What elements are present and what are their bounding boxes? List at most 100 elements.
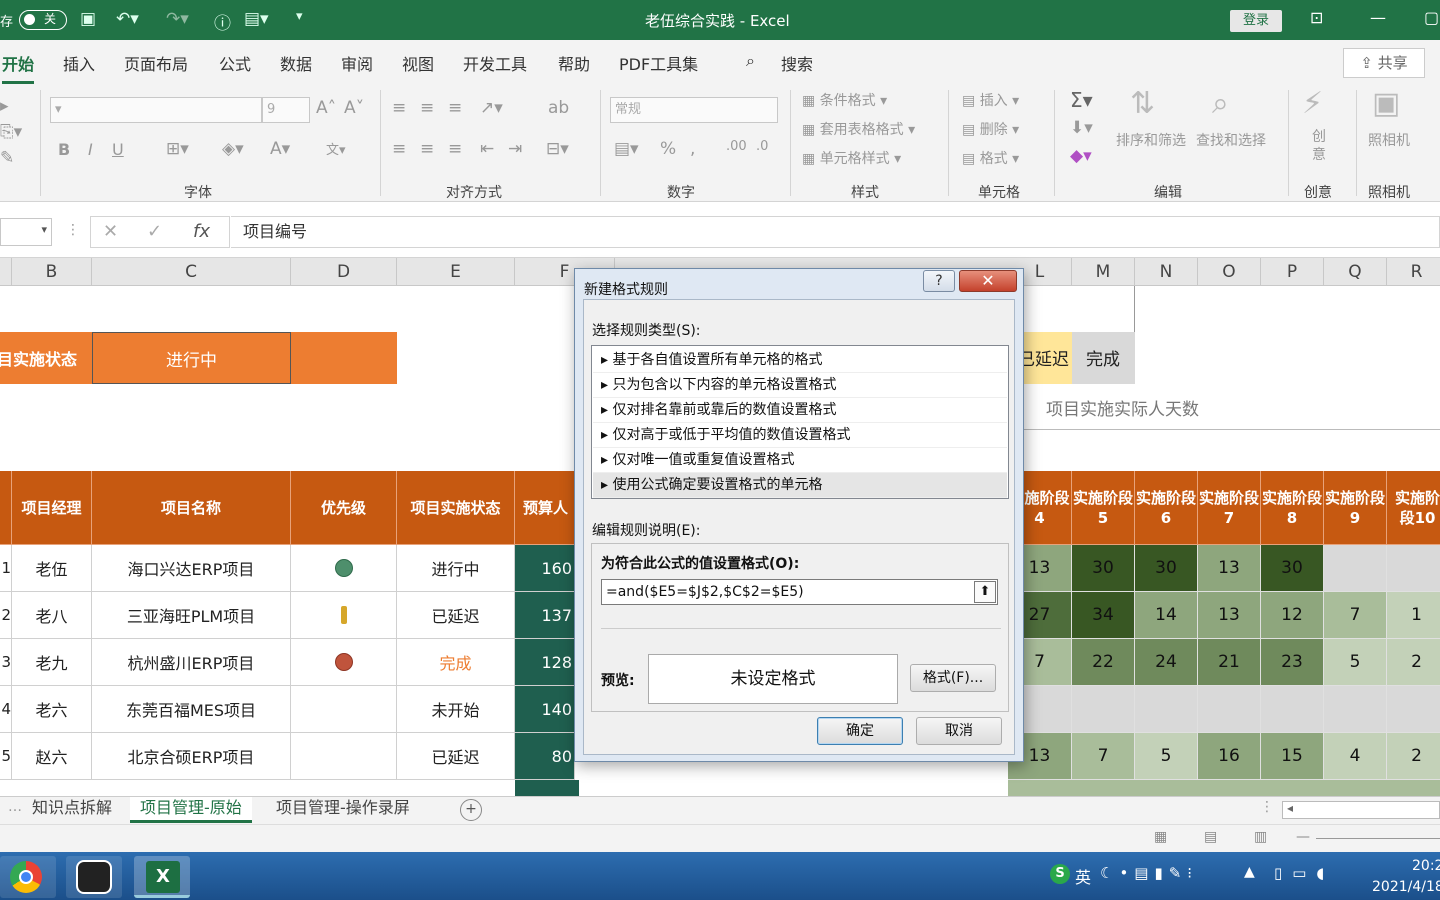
sheet-tab[interactable]: 项目管理-操作录屏 (274, 797, 412, 823)
ime-mode[interactable]: 英 (1075, 864, 1091, 888)
sort-filter-icon[interactable]: ⇅ (1130, 86, 1155, 121)
tab-pdf-tools[interactable]: PDF工具集 (619, 51, 698, 75)
wrap-text-icon[interactable]: ab (548, 98, 569, 118)
help-icon[interactable]: ⓘ (214, 9, 231, 34)
normal-view-icon[interactable]: ▦ (1154, 829, 1167, 845)
header-cell[interactable]: 实施阶段5 (1072, 471, 1135, 545)
state-cell[interactable]: 完成 (397, 639, 515, 686)
number-format-select[interactable]: 常规 (610, 97, 778, 123)
insert-cells-button[interactable]: ▤ 插入 ▾ (962, 90, 1019, 110)
status-label-cell[interactable]: 目实施状态 (0, 332, 92, 384)
rule-type-item[interactable]: ▸ 仅对排名靠前或靠后的数值设置格式 (593, 398, 1007, 423)
column-header[interactable]: D (291, 258, 397, 286)
state-cell[interactable]: 已延迟 (397, 592, 515, 639)
column-header[interactable]: M (1072, 258, 1135, 286)
row-index-cell[interactable]: 4 (0, 686, 12, 733)
column-header[interactable]: C (92, 258, 291, 286)
row-index-cell[interactable]: 3 (0, 639, 12, 686)
font-color-icon[interactable]: A▾ (270, 139, 290, 159)
rule-type-item[interactable]: ▸ 仅对高于或低于平均值的数值设置格式 (593, 423, 1007, 448)
header-cell[interactable]: 优先级 (291, 471, 397, 545)
insert-function-icon[interactable]: fx (193, 221, 210, 242)
rule-type-item-selected[interactable]: ▸ 使用公式确定要设置格式的单元格 (593, 473, 1007, 498)
excel-taskbar-icon[interactable]: X (134, 856, 190, 898)
cancel-entry-icon[interactable]: ✕ (103, 221, 118, 242)
search-icon[interactable]: ⌕ (746, 51, 755, 71)
add-sheet-icon[interactable]: + (460, 799, 482, 821)
grow-font-icon[interactable]: A˄ (316, 98, 336, 118)
autosave-toggle[interactable]: 关 (19, 10, 68, 30)
state-cell[interactable]: 未开始 (397, 686, 515, 733)
stage-cell[interactable]: 2 (1387, 639, 1440, 686)
shrink-font-icon[interactable]: A˅ (344, 98, 364, 118)
clock-time[interactable]: 20:2 (1412, 858, 1440, 874)
stage-cell[interactable]: 15 (1261, 733, 1324, 780)
percent-icon[interactable]: % (660, 139, 676, 159)
cell-style-button[interactable]: ▦ 单元格样式 ▾ (802, 148, 901, 168)
redo-icon[interactable]: ↷▾ (166, 9, 189, 29)
clock-date[interactable]: 2021/4/18 (1372, 879, 1440, 895)
budget-cell[interactable]: 80 (515, 733, 575, 780)
header-cell[interactable]: 项目经理 (12, 471, 92, 545)
header-cell[interactable] (0, 471, 12, 545)
sheet-tab[interactable]: 知识点拆解 (30, 797, 114, 823)
merge-icon[interactable]: ⊟▾ (546, 139, 569, 159)
header-cell[interactable]: 项目实施状态 (397, 471, 515, 545)
priority-cell[interactable] (291, 592, 397, 639)
stage-cell[interactable]: 4 (1324, 733, 1387, 780)
show-hidden-icons-icon[interactable]: ▲ (1244, 864, 1255, 880)
tab-home[interactable]: 开始 (2, 51, 35, 84)
page-break-view-icon[interactable]: ▥ (1254, 829, 1267, 845)
column-header-a[interactable] (0, 258, 12, 286)
login-button[interactable]: 登录 (1230, 10, 1282, 32)
column-header[interactable]: N (1135, 258, 1198, 286)
italic-button[interactable]: I (88, 140, 93, 159)
minimize-icon[interactable]: — (1370, 8, 1386, 27)
chrome-icon[interactable] (0, 856, 56, 898)
project-name-cell[interactable]: 三亚海旺PLM项目 (92, 592, 291, 639)
sort-filter-button[interactable]: 排序和筛选 (1116, 130, 1186, 150)
align-middle-icon[interactable]: ≡ (420, 98, 434, 118)
stage-cell[interactable]: 34 (1072, 592, 1135, 639)
conditional-format-button[interactable]: ▦ 条件格式 ▾ (802, 90, 887, 110)
state-cell[interactable]: 进行中 (397, 545, 515, 592)
stage-cell[interactable]: 12 (1261, 592, 1324, 639)
fill-color-icon[interactable]: ◈▾ (222, 139, 244, 159)
dialog-close-button[interactable]: ✕ (959, 270, 1017, 292)
stage-cell[interactable]: 30 (1261, 545, 1324, 592)
stage-cell[interactable]: 23 (1261, 639, 1324, 686)
header-cell[interactable]: 实施阶段10 (1387, 471, 1440, 545)
stage-cell[interactable] (1135, 686, 1198, 733)
column-header[interactable]: O (1198, 258, 1261, 286)
stage-cell[interactable]: 13 (1198, 545, 1261, 592)
paste-icon[interactable]: ▸ (0, 96, 9, 116)
stage-cell[interactable]: 30 (1072, 545, 1135, 592)
column-header[interactable]: E (397, 258, 515, 286)
column-header[interactable]: B (12, 258, 92, 286)
comma-icon[interactable]: , (690, 139, 695, 159)
confirm-entry-icon[interactable]: ✓ (147, 221, 162, 242)
ok-button[interactable]: 确定 (817, 717, 903, 745)
priority-cell[interactable] (291, 545, 397, 592)
header-cell[interactable]: 项目名称 (92, 471, 291, 545)
ribbon-display-icon[interactable]: ⊡ (1310, 8, 1323, 27)
font-family-select[interactable]: ▾ (50, 97, 262, 123)
stage-cell[interactable]: 5 (1324, 639, 1387, 686)
row-index-cell[interactable]: 5 (0, 733, 12, 780)
status-value-cell[interactable]: 进行中 (92, 332, 291, 384)
format-button[interactable]: 格式(F)... (910, 664, 996, 692)
project-name-cell[interactable]: 北京合硕ERP项目 (92, 733, 291, 780)
header-cell[interactable]: 实施阶段9 (1324, 471, 1387, 545)
camera-icon[interactable]: ▣ (1372, 86, 1400, 121)
align-top-icon[interactable]: ≡ (392, 98, 406, 118)
currency-icon[interactable]: ▤▾ (614, 139, 639, 159)
legend-done-cell[interactable]: 完成 (1072, 332, 1135, 384)
video-recorder-icon[interactable] (66, 856, 122, 898)
camera-button[interactable]: 照相机 (1368, 130, 1410, 150)
align-right-icon[interactable]: ≡ (448, 139, 462, 159)
maximize-icon[interactable]: ▢ (1424, 8, 1439, 27)
project-name-cell[interactable]: 海口兴达ERP项目 (92, 545, 291, 592)
autosum-icon[interactable]: Σ▾ (1070, 88, 1093, 112)
undo-icon[interactable]: ↶▾ (116, 9, 139, 29)
header-cell[interactable]: 实施阶段7 (1198, 471, 1261, 545)
